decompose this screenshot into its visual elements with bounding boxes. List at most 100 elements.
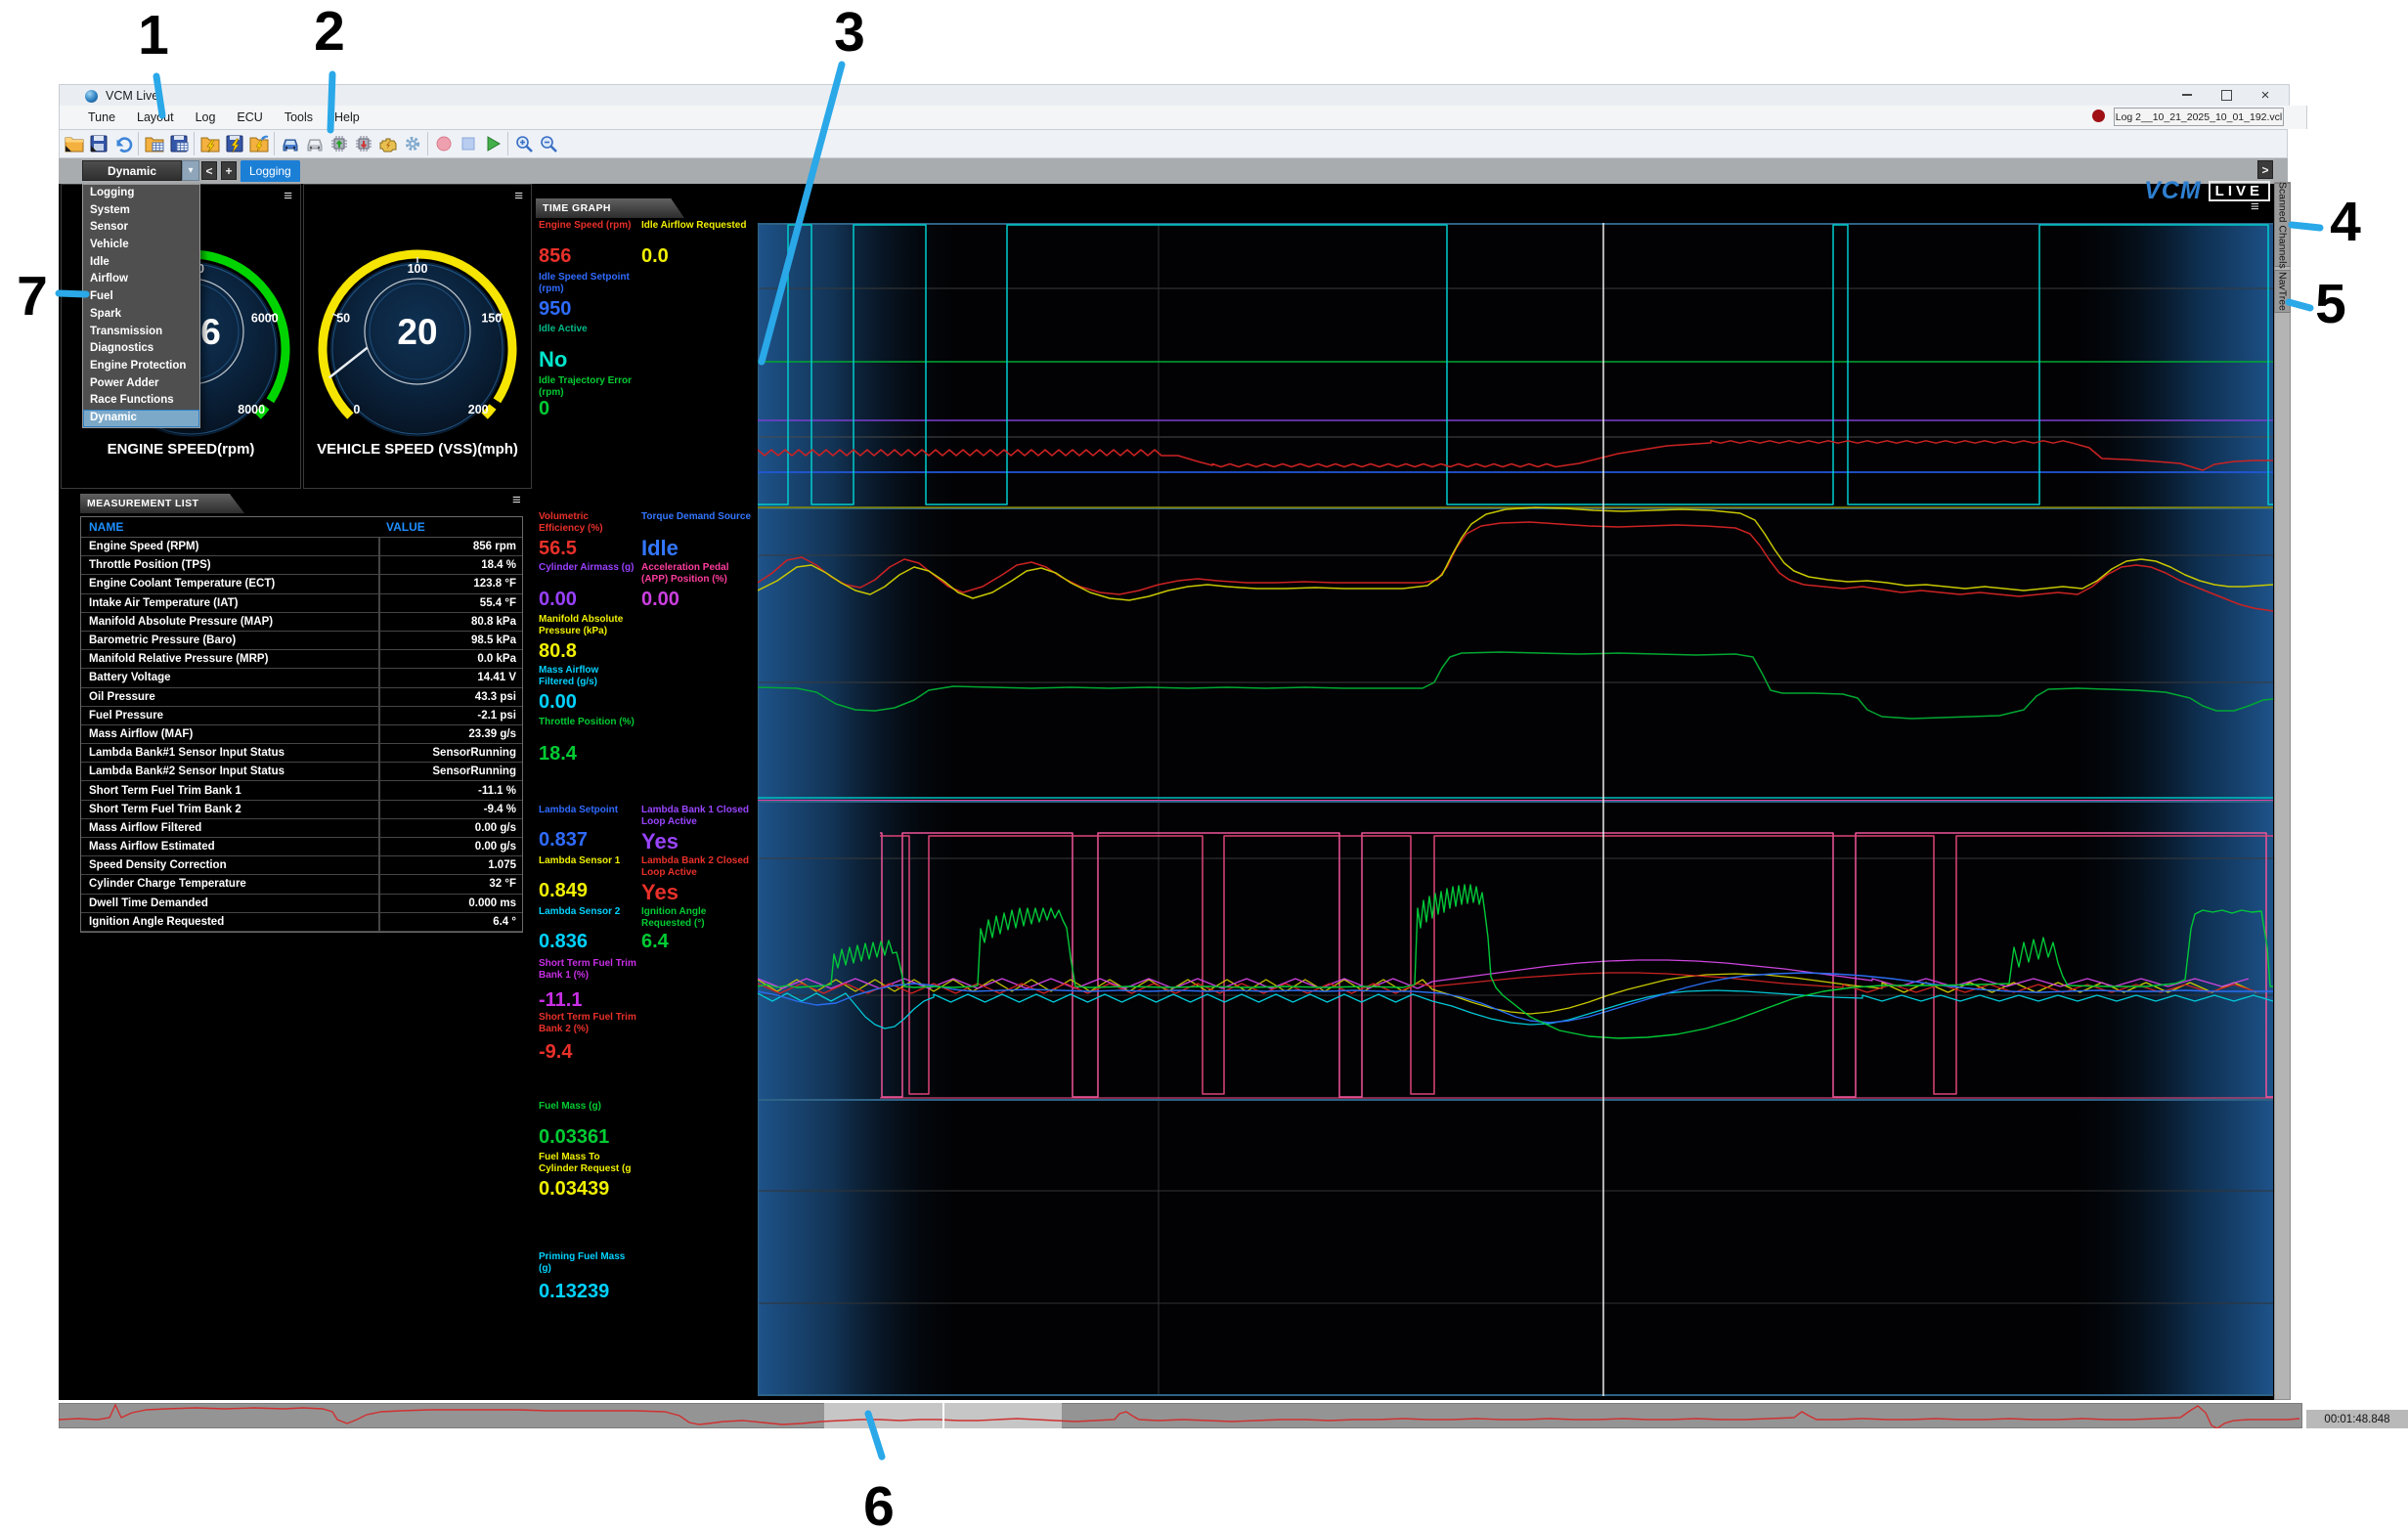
channel-label[interactable]: Ignition Angle Requested (°) (641, 906, 754, 929)
channel-label[interactable]: Engine Speed (rpm) (539, 220, 636, 232)
channel-label[interactable]: Lambda Bank 2 Closed Loop Active (641, 855, 754, 878)
settings-button[interactable] (400, 131, 424, 156)
channel-label[interactable]: Lambda Sensor 2 (539, 906, 636, 918)
save-flash-button[interactable] (222, 131, 246, 156)
table-row[interactable]: Lambda Bank#1 Sensor Input StatusSensorR… (81, 744, 522, 763)
channel-label[interactable]: Mass Airflow Filtered (g/s) (539, 665, 636, 687)
channel-label[interactable]: Lambda Setpoint (539, 805, 636, 816)
menu-help[interactable]: Help (324, 106, 371, 129)
column-value[interactable]: VALUE (378, 520, 425, 534)
channel-label[interactable]: Fuel Mass To Cylinder Request (g (539, 1152, 636, 1174)
measurement-list-menu-icon[interactable]: ≡ (512, 495, 521, 506)
channel-label[interactable]: Lambda Bank 1 Closed Loop Active (641, 805, 754, 827)
table-row[interactable]: Dwell Time Demanded0.000 ms (81, 895, 522, 913)
minimize-button[interactable] (2172, 86, 2202, 104)
dropdown-item-race-functions[interactable]: Race Functions (83, 392, 199, 410)
table-row[interactable]: Ignition Angle Requested6.4 ° (81, 913, 522, 932)
dropdown-item-airflow[interactable]: Airflow (83, 271, 199, 288)
open-table-button[interactable] (142, 131, 166, 156)
table-row[interactable]: Throttle Position (TPS)18.4 % (81, 556, 522, 575)
chip-write-button[interactable] (351, 131, 375, 156)
table-row[interactable]: Mass Airflow Filtered0.00 g/s (81, 819, 522, 838)
channel-label[interactable]: Lambda Sensor 1 (539, 855, 636, 867)
time-graph-plot[interactable] (758, 223, 2273, 1396)
channel-label[interactable]: Idle Airflow Requested (641, 220, 754, 232)
menu-log[interactable]: Log (185, 106, 227, 129)
table-row[interactable]: Lambda Bank#2 Sensor Input StatusSensorR… (81, 763, 522, 781)
table-row[interactable]: Manifold Relative Pressure (MRP)0.0 kPa (81, 650, 522, 669)
channel-label[interactable]: Short Term Fuel Trim Bank 1 (%) (539, 958, 636, 981)
import-flash-button[interactable] (246, 131, 271, 156)
record-button[interactable] (431, 131, 456, 156)
table-row[interactable]: Manifold Absolute Pressure (MAP)80.8 kPa (81, 613, 522, 632)
dropdown-item-logging[interactable]: Logging (83, 185, 199, 202)
zoom-out-button[interactable] (536, 131, 560, 156)
add-tab-button[interactable]: + (221, 161, 237, 180)
dropdown-item-diagnostics[interactable]: Diagnostics (83, 340, 199, 358)
channel-label[interactable]: Idle Speed Setpoint (rpm) (539, 272, 636, 294)
table-row[interactable]: Oil Pressure43.3 psi (81, 688, 522, 707)
menu-tune[interactable]: Tune (77, 106, 126, 129)
table-row[interactable]: Short Term Fuel Trim Bank 1-11.1 % (81, 781, 522, 800)
channel-label[interactable]: Fuel Mass (g) (539, 1101, 636, 1113)
layout-selector-dropdown[interactable]: Dynamic (82, 160, 182, 181)
column-name[interactable]: NAME (81, 520, 378, 534)
table-row[interactable]: Cylinder Charge Temperature32 °F (81, 875, 522, 894)
chevron-down-icon[interactable]: ▾ (182, 160, 199, 181)
menu-ecu[interactable]: ECU (226, 106, 273, 129)
dropdown-item-vehicle[interactable]: Vehicle (83, 237, 199, 254)
maximize-button[interactable] (2211, 86, 2241, 104)
channel-label[interactable]: Acceleration Pedal (APP) Position (%) (641, 562, 754, 585)
table-row[interactable]: Mass Airflow (MAF)23.39 g/s (81, 725, 522, 744)
channel-label[interactable]: Manifold Absolute Pressure (kPa) (539, 614, 636, 636)
undo-button[interactable] (110, 131, 135, 156)
table-row[interactable]: Engine Speed (RPM)856 rpm (81, 538, 522, 556)
save-table-button[interactable] (166, 131, 191, 156)
gauge-menu-icon[interactable]: ≡ (284, 191, 292, 202)
time-graph-menu-icon[interactable]: ≡ (2251, 201, 2259, 213)
channel-label[interactable]: Idle Active (539, 324, 636, 335)
channel-label[interactable]: Cylinder Airmass (g) (539, 562, 636, 574)
engine-diagnostics-button[interactable] (375, 131, 400, 156)
dropdown-item-sensor[interactable]: Sensor (83, 219, 199, 237)
open-flash-button[interactable] (197, 131, 222, 156)
dropdown-item-system[interactable]: System (83, 202, 199, 220)
scroll-tabs-left-button[interactable]: < (201, 161, 217, 180)
dropdown-item-engine-protection[interactable]: Engine Protection (83, 358, 199, 375)
vehicle-read-button[interactable] (278, 131, 302, 156)
menu-tools[interactable]: Tools (274, 106, 324, 129)
stop-button[interactable] (456, 131, 480, 156)
channel-label[interactable]: Throttle Position (%) (539, 717, 636, 728)
dropdown-item-dynamic[interactable]: Dynamic (83, 410, 199, 427)
tab-logging[interactable]: Logging (241, 160, 300, 182)
table-row[interactable]: Engine Coolant Temperature (ECT)123.8 °F (81, 575, 522, 593)
table-row[interactable]: Short Term Fuel Trim Bank 2-9.4 % (81, 801, 522, 819)
menu-layout[interactable]: Layout (126, 106, 185, 129)
tab-navtree[interactable]: NavTree (2274, 270, 2291, 313)
table-row[interactable]: Barometric Pressure (Baro)98.5 kPa (81, 632, 522, 650)
channel-label[interactable]: Torque Demand Source (641, 511, 754, 523)
gauge-menu-icon[interactable]: ≡ (514, 191, 523, 202)
table-row[interactable]: Intake Air Temperature (IAT)55.4 °F (81, 594, 522, 613)
dropdown-item-spark[interactable]: Spark (83, 306, 199, 324)
chip-read-button[interactable] (327, 131, 351, 156)
overview-cursor[interactable] (942, 1403, 944, 1428)
channel-label[interactable]: Priming Fuel Mass (g) (539, 1251, 636, 1274)
table-row[interactable]: Battery Voltage14.41 V (81, 669, 522, 687)
table-row[interactable]: Speed Density Correction1.075 (81, 856, 522, 875)
dropdown-item-power-adder[interactable]: Power Adder (83, 375, 199, 393)
close-button[interactable]: × (2251, 86, 2280, 104)
vehicle-write-button[interactable] (302, 131, 327, 156)
channel-label[interactable]: Idle Trajectory Error (rpm) (539, 375, 636, 398)
tab-overflow-button[interactable]: > (2257, 160, 2273, 179)
open-file-button[interactable] (62, 131, 86, 156)
play-button[interactable] (480, 131, 504, 156)
channel-label[interactable]: Volumetric Efficiency (%) (539, 511, 636, 534)
dropdown-item-idle[interactable]: Idle (83, 254, 199, 272)
zoom-in-button[interactable] (511, 131, 536, 156)
channel-label[interactable]: Short Term Fuel Trim Bank 2 (%) (539, 1012, 636, 1034)
tab-scanned-channels[interactable]: Scanned Channels (2274, 183, 2291, 267)
table-row[interactable]: Fuel Pressure-2.1 psi (81, 707, 522, 725)
save-file-button[interactable] (86, 131, 110, 156)
dropdown-item-transmission[interactable]: Transmission (83, 324, 199, 341)
